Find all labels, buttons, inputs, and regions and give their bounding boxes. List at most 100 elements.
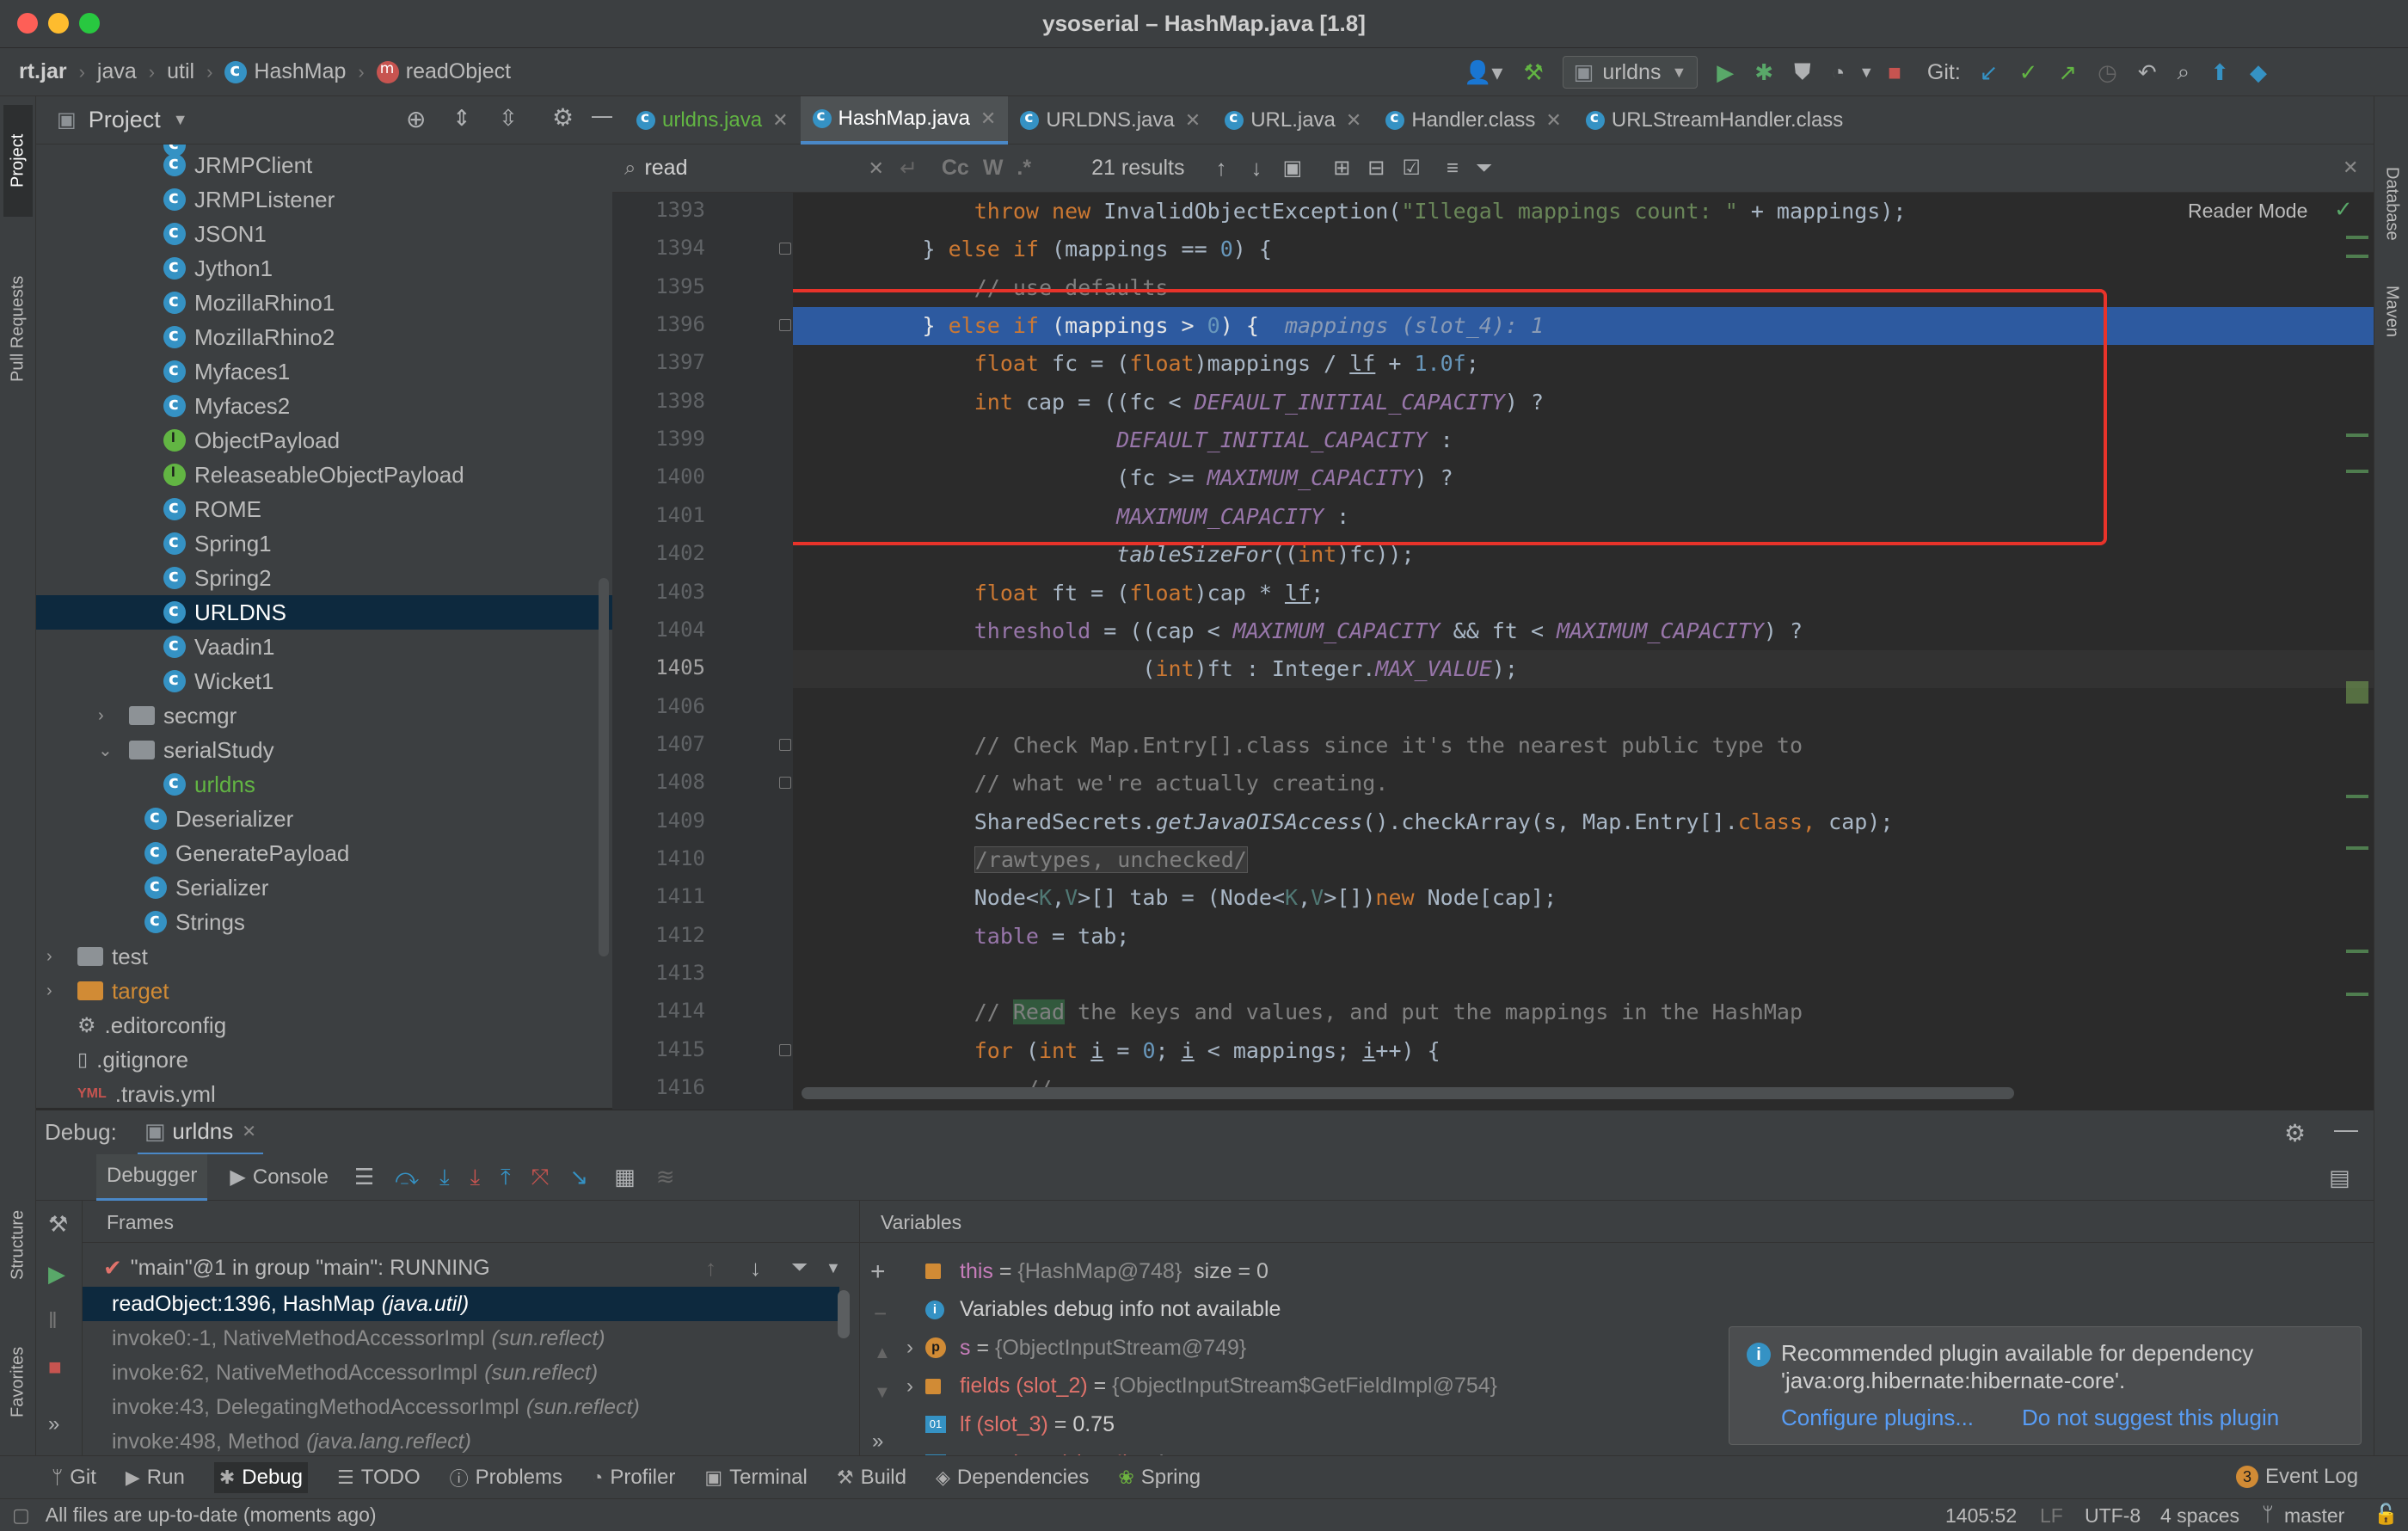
tool-window-button[interactable]: ◈ Dependencies: [936, 1466, 1089, 1490]
git-update-icon[interactable]: ↙: [1980, 59, 1999, 86]
close-icon[interactable]: ✕: [242, 1121, 256, 1142]
breadcrumb-item[interactable]: util: [167, 59, 194, 84]
do-not-suggest-link[interactable]: Do not suggest this plugin: [2022, 1405, 2279, 1431]
breadcrumb-item[interactable]: java: [97, 59, 137, 84]
console-tab[interactable]: ▶ Console: [219, 1154, 339, 1201]
debugger-tab[interactable]: Debugger: [96, 1153, 208, 1201]
reader-mode-toggle[interactable]: Reader Mode: [2188, 200, 2307, 223]
plugin-icon[interactable]: ◆: [2250, 59, 2267, 86]
code-line[interactable]: /rawtypes, unchecked/: [793, 841, 2374, 879]
tool-window-button[interactable]: ᛘ Git: [52, 1466, 96, 1490]
remove-watch-icon[interactable]: −: [874, 1300, 887, 1327]
tree-item[interactable]: ObjectPayload: [36, 423, 612, 458]
move-down-icon[interactable]: ▼: [874, 1383, 891, 1403]
code-line[interactable]: DEFAULT_INITIAL_CAPACITY :: [793, 421, 2374, 459]
caret-position[interactable]: 1405:52: [1945, 1504, 2017, 1528]
variable-row[interactable]: i Variables debug info not available: [894, 1293, 2356, 1327]
editor-tab[interactable]: URL.java ✕: [1213, 96, 1373, 144]
code-line[interactable]: (int)ft : Integer.MAX_VALUE);: [793, 650, 2374, 688]
drop-frame-icon[interactable]: ⤧: [531, 1164, 550, 1191]
resume-icon[interactable]: ▶: [48, 1261, 65, 1288]
editor-hscrollbar[interactable]: [802, 1087, 2014, 1099]
close-search-icon[interactable]: ✕: [2343, 157, 2358, 179]
code-line[interactable]: threshold = ((cap < MAXIMUM_CAPACITY && …: [793, 612, 2374, 650]
chevron-down-icon[interactable]: ▼: [826, 1259, 841, 1277]
code-line[interactable]: table = tab;: [793, 918, 2374, 956]
tree-item[interactable]: ⚙ .editorconfig: [36, 1008, 612, 1042]
git-push-icon[interactable]: ↗: [2058, 59, 2077, 86]
close-tab-icon[interactable]: ✕: [1545, 109, 1561, 132]
code-line[interactable]: (fc >= MAXIMUM_CAPACITY) ?: [793, 459, 2374, 497]
arrow-up-icon[interactable]: ↑: [705, 1255, 716, 1282]
code-line[interactable]: // Read the keys and values, and put the…: [793, 993, 2374, 1031]
move-up-icon[interactable]: ▲: [874, 1343, 891, 1363]
code-line[interactable]: // Check Map.Entry[].class since it's th…: [793, 727, 2374, 765]
project-tool-tab[interactable]: Project: [3, 105, 33, 217]
chevron-right-icon[interactable]: ›: [46, 981, 64, 1001]
tool-window-button[interactable]: ☰ TODO: [337, 1466, 421, 1490]
git-branch[interactable]: master: [2284, 1504, 2344, 1528]
tree-item[interactable]: Strings: [36, 905, 612, 939]
search-icon[interactable]: ⌕: [2178, 58, 2190, 86]
variable-row[interactable]: this = {HashMap@748} size = 0: [894, 1254, 2356, 1288]
add-watch-icon[interactable]: +: [870, 1257, 886, 1287]
chevron-down-icon[interactable]: ▼: [1858, 64, 1874, 82]
select-all-occurrences-icon[interactable]: ▣: [1283, 156, 1303, 181]
favorites-tool-tab[interactable]: Favorites: [3, 1318, 33, 1447]
step-over-icon[interactable]: ⤼: [395, 1164, 419, 1191]
frames-scrollbar[interactable]: [838, 1290, 850, 1338]
tree-item[interactable]: Myfaces2: [36, 389, 612, 423]
tool-window-button[interactable]: ⚒ Build: [837, 1466, 906, 1490]
match-case-toggle[interactable]: Cc: [942, 156, 969, 181]
run-config-select[interactable]: ▣ urldns ▼: [1562, 56, 1698, 89]
close-tab-icon[interactable]: ✕: [772, 109, 788, 132]
code-line[interactable]: MAXIMUM_CAPACITY :: [793, 498, 2374, 536]
remove-occurrence-icon[interactable]: ⊟: [1367, 156, 1385, 181]
debug-bug-icon[interactable]: ✱: [1754, 59, 1773, 86]
tool-window-button[interactable]: ▶ Run: [126, 1466, 185, 1490]
step-into-icon[interactable]: ⤓: [439, 1164, 450, 1191]
tree-item[interactable]: JRMPClient: [36, 148, 612, 182]
expand-all-icon[interactable]: ⇕: [452, 105, 471, 132]
breadcrumb-item[interactable]: readObject: [406, 59, 511, 84]
stack-frame[interactable]: invoke:498, Method (java.lang.reflect): [83, 1424, 839, 1459]
gear-icon[interactable]: ⚙: [2284, 1119, 2306, 1147]
gear-icon[interactable]: ⚙: [552, 103, 574, 132]
tree-item[interactable]: JRMPListener: [36, 182, 612, 217]
tree-item[interactable]: YML .travis.yml: [36, 1077, 612, 1108]
settings-wrench-icon[interactable]: ⚒: [48, 1211, 68, 1238]
stack-frame[interactable]: invoke:62, NativeMethodAccessorImpl (sun.…: [83, 1356, 839, 1390]
tool-window-button[interactable]: ⓘ Problems: [450, 1464, 562, 1491]
add-occurrence-icon[interactable]: ⊞: [1333, 156, 1350, 181]
run-to-cursor-icon[interactable]: ↘: [569, 1164, 588, 1190]
close-tab-icon[interactable]: ✕: [1346, 109, 1361, 132]
tool-window-button[interactable]: ❀ Spring: [1118, 1466, 1201, 1490]
next-occurrence-icon[interactable]: ↓: [1251, 155, 1262, 181]
pull-requests-tool-tab[interactable]: Pull Requests: [3, 234, 33, 423]
code-line[interactable]: // use defaults: [793, 269, 2374, 307]
change-marker[interactable]: [2346, 846, 2368, 850]
more-icon[interactable]: »: [872, 1430, 883, 1454]
maven-tool-tab[interactable]: Maven: [2380, 260, 2404, 363]
chevron-down-icon[interactable]: ⌄: [98, 740, 115, 761]
code-line[interactable]: Node<K,V>[] tab = (Node<K,V>[])new Node[…: [793, 879, 2374, 917]
coverage-icon[interactable]: ⛊: [1794, 58, 1811, 86]
stack-frame[interactable]: invoke:43, DelegatingMethodAccessorImpl(…: [83, 1390, 839, 1424]
debug-session-tab[interactable]: ▣ urldns ✕: [137, 1110, 264, 1155]
close-tab-icon[interactable]: ✕: [980, 108, 996, 130]
profile-icon[interactable]: ◔: [1832, 59, 1846, 86]
stop-icon[interactable]: ■: [1888, 59, 1901, 86]
hide-panel-icon[interactable]: —: [2334, 1116, 2358, 1143]
change-marker[interactable]: [2346, 255, 2368, 258]
tool-window-button[interactable]: ◔ Profiler: [592, 1466, 675, 1490]
tree-item[interactable]: Spring2: [36, 561, 612, 595]
tree-item[interactable]: MozillaRhino2: [36, 320, 612, 354]
code-line[interactable]: } else if (mappings == 0) {: [793, 231, 2374, 268]
change-marker[interactable]: [2346, 993, 2368, 996]
more-icon[interactable]: »: [48, 1412, 59, 1436]
trace-icon[interactable]: ≋: [656, 1164, 675, 1190]
tree-item[interactable]: MozillaRhino1: [36, 286, 612, 320]
filter-lines-icon[interactable]: ≡: [1447, 157, 1459, 181]
code-line[interactable]: throw new InvalidObjectException("Illega…: [793, 193, 2374, 231]
rollback-icon[interactable]: ↶: [2138, 59, 2157, 86]
